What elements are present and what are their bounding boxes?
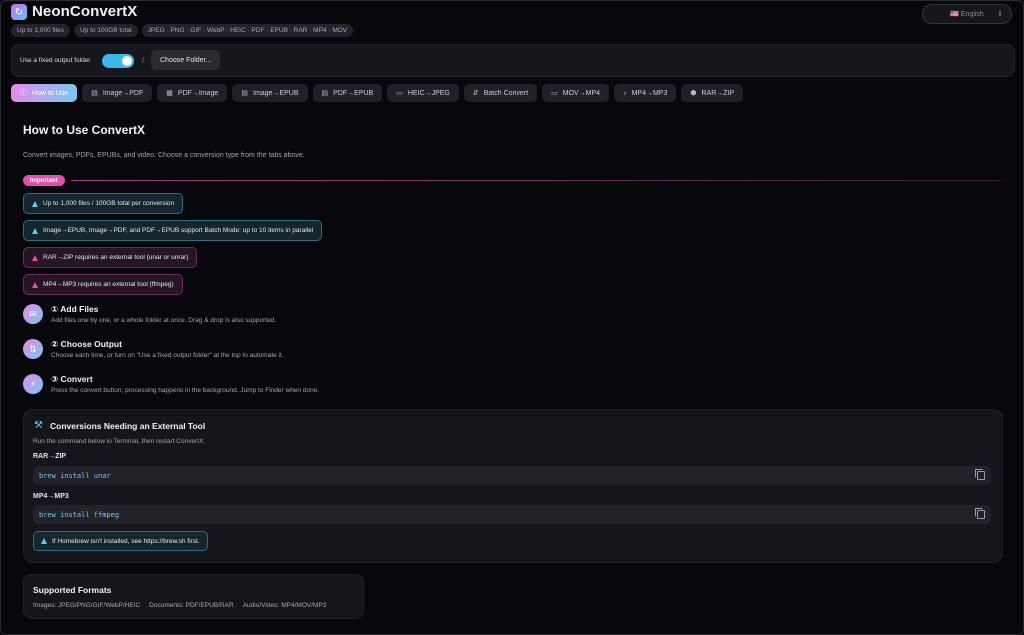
supported-formats-list: Images: JPEG/PNG/GIF/WebP/HEIC Documents… [33,602,326,609]
page-title: How to Use ConvertX [23,123,146,137]
pill-formats: JPEG · PNG · GIF · WebP · HEIC · PDF · E… [141,24,354,37]
pill-size-limit: Up to 100GB total [73,24,138,37]
tab-pdf-to-image[interactable]: ▦ PDF→Image [157,84,228,102]
app-header: ↻ NeonConvertX Up to 1,000 files Up to 1… [11,3,1012,38]
note-text: Image→EPUB, Image→PDF, and PDF→EPUB supp… [43,227,314,234]
supported-formats-card: Supported Formats Images: JPEG/PNG/GIF/W… [23,574,364,619]
pages-icon: ▦ [166,90,173,97]
tab-label: MOV→MP4 [562,89,601,97]
homebrew-note: If Homebrew isn't installed, see https:/… [33,531,208,551]
warning-icon [41,538,47,544]
intro-text: Convert images, PDFs, EPUBs, and video. … [23,152,305,159]
warning-icon [32,254,38,261]
step-description: Press the convert button; processing hap… [51,387,320,394]
tab-image-to-epub[interactable]: ▤ Image→EPUB [232,84,308,102]
fixed-folder-label: Use a fixed output folder [20,57,91,64]
homebrew-note-text: If Homebrew isn't installed, see https:/… [52,537,200,545]
external-tools-title: Conversions Needing an External Tool [50,421,206,431]
app-title: NeonConvertX [32,3,138,20]
command-text: brew install ffmpeg [39,510,120,519]
warning-icon [32,227,38,234]
tab-label: HEIC→JPEG [407,89,450,97]
command-box-mp3: brew install ffmpeg [33,505,991,524]
step-description: Choose each time, or turn on "Use a fixe… [51,352,284,359]
note-text: Up to 1,000 files / 100GB total per conv… [43,200,175,207]
book-icon: ▤ [321,90,329,97]
batch-icon: ⇵ [472,90,479,97]
external-tools-card: ⚒ Conversions Needing an External Tool R… [23,409,1003,563]
tab-label: How to Use [32,89,69,97]
tab-label: Image→PDF [102,89,144,97]
pill-file-limit: Up to 1,000 files [11,24,70,37]
step-description: Add files one by one, or a whole folder … [51,317,277,324]
tab-mp4-to-mp3[interactable]: ♪ MP4→MP3 [614,84,677,102]
command-label-rar: RAR→ZIP [33,453,67,460]
language-select[interactable]: 🇺🇸 English ⇕ [922,4,1012,24]
note-text: RAR→ZIP requires an external tool (unar … [43,254,189,261]
step-title: ② Choose Output [51,339,122,349]
path-separator: / [142,56,145,65]
tab-label: PDF→Image [177,89,219,97]
output-folder-bar: Use a fixed output folder / Choose Folde… [11,44,1015,77]
tools-icon: ⚒ [34,420,43,431]
formats-documents: Documents: PDF/EPUB/RAR [149,602,234,609]
archive-icon: ⬢ [690,90,697,97]
important-notes: Up to 1,000 files / 100GB total per conv… [23,193,323,295]
limits-pills: Up to 1,000 files Up to 100GB total JPEG… [11,24,354,37]
tab-how-to-use[interactable]: ⓘ How to Use [11,84,78,102]
tab-label: Batch Convert [483,89,529,97]
formats-audio-video: Audio/Video: MP4/MOV/MP3 [242,602,327,609]
note-item: Up to 1,000 files / 100GB total per conv… [23,193,184,214]
warning-icon [32,281,38,288]
app-logo-icon: ↻ [11,4,27,20]
fixed-folder-toggle[interactable] [102,54,134,68]
toggle-knob [122,56,132,66]
tab-pdf-to-epub[interactable]: ▤ PDF→EPUB [312,84,383,102]
note-item: MP4→MP3 requires an external tool (ffmpe… [23,274,183,295]
tab-batch-convert[interactable]: ⇵ Batch Convert [463,84,538,102]
command-text: brew install unar [39,471,111,480]
step-title: ① Add Files [51,304,99,314]
important-badge: Important [23,175,65,186]
info-icon: ⓘ [20,90,27,97]
conversion-tabs: ⓘ How to Use ▤ Image→PDF ▦ PDF→Image ▤ Image… [11,84,744,102]
arrows-updown-icon: ⇅ [23,339,43,359]
command-label-mp3: MP4→MP3 [33,493,69,500]
tab-rar-to-zip[interactable]: ⬢ RAR→ZIP [681,84,744,102]
tab-label: Image→EPUB [253,89,299,97]
tab-heic-to-jpeg[interactable]: ▭ HEIC→JPEG [387,84,459,102]
copy-icon[interactable] [975,508,985,519]
formats-images: Images: JPEG/PNG/GIF/WebP/HEIC [33,602,141,609]
important-divider [71,180,1001,181]
inbox-icon: ✉ [23,304,43,324]
tab-label: PDF→EPUB [333,89,374,97]
supported-formats-title: Supported Formats [33,585,112,595]
tab-label: MP4→MP3 [631,89,668,97]
tab-mov-to-mp4[interactable]: ▭ MOV→MP4 [542,84,610,102]
chevron-updown-icon: ⇕ [997,11,1003,18]
language-value: 🇺🇸 English [950,11,984,18]
lightning-icon: ⚡ [23,374,43,394]
image-icon: ▭ [396,90,403,97]
warning-icon [32,200,38,207]
note-item: RAR→ZIP requires an external tool (unar … [23,247,198,268]
music-icon: ♪ [623,89,627,97]
step-title: ③ Convert [51,374,93,384]
copy-icon[interactable] [975,469,985,480]
command-box-rar: brew install unar [33,466,991,485]
tab-label: RAR→ZIP [701,89,735,97]
choose-folder-button[interactable]: Choose Folder... [151,50,221,70]
external-tools-subtitle: Run the command below in Terminal, then … [33,438,206,445]
video-icon: ▭ [551,90,558,97]
note-text: MP4→MP3 requires an external tool (ffmpe… [43,281,174,288]
book-icon: ▤ [241,90,248,97]
document-icon: ▤ [91,90,98,97]
tab-image-to-pdf[interactable]: ▤ Image→PDF [82,84,153,102]
note-item: Image→EPUB, Image→PDF, and PDF→EPUB supp… [23,220,323,241]
